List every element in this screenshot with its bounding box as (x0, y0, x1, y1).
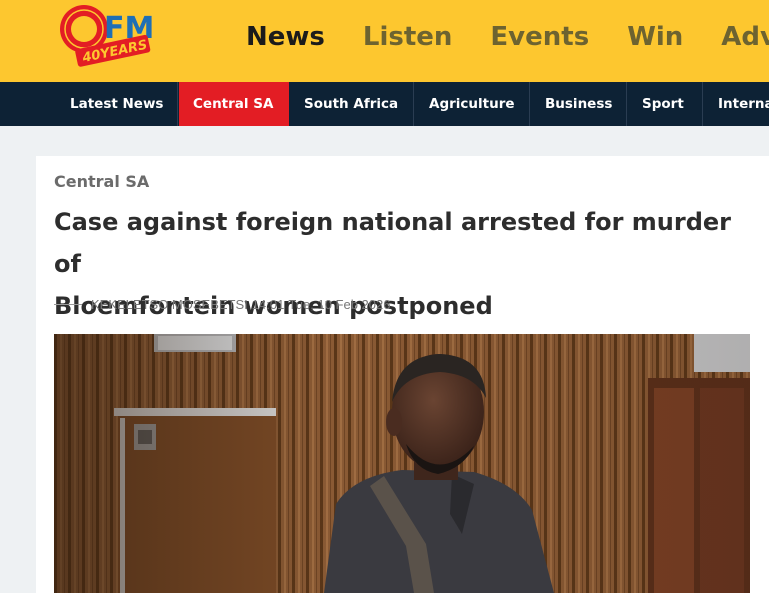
article-date: Tue, 10 Feb 2026 (288, 297, 391, 312)
ofm-logo[interactable]: FM 40YEARS (52, 0, 192, 72)
courtroom-photo-illustration (54, 334, 750, 593)
main-nav-advertise[interactable]: Adver (721, 22, 769, 52)
category-south-africa[interactable]: South Africa (290, 82, 414, 126)
category-sport[interactable]: Sport (628, 82, 703, 126)
category-agriculture[interactable]: Agriculture (415, 82, 530, 126)
main-nav-news[interactable]: News (246, 22, 325, 52)
article-photo (54, 334, 750, 593)
main-nav-events[interactable]: Events (490, 22, 589, 52)
main-nav: News Listen Events Win Adver (246, 22, 769, 52)
main-nav-win[interactable]: Win (627, 22, 683, 52)
headline-line-1: Case against foreign national arrested f… (54, 208, 732, 278)
article-section[interactable]: Central SA (54, 172, 149, 191)
article-author[interactable]: KEKELETSO MOSEBETSI (91, 297, 248, 312)
main-nav-listen[interactable]: Listen (363, 22, 453, 52)
site-header: FM 40YEARS News Listen Events Win Adver (0, 0, 769, 82)
category-central-sa[interactable]: Central SA (179, 82, 289, 126)
category-business[interactable]: Business (531, 82, 627, 126)
byline-rule (54, 304, 82, 305)
category-international[interactable]: Interna (704, 82, 769, 126)
article-byline: KEKELETSO MOSEBETSI 14:01 Tue, 10 Feb 20… (54, 297, 390, 312)
article-time: 14:01 (251, 297, 285, 312)
category-latest-news[interactable]: Latest News (56, 82, 178, 126)
category-nav: Latest News Central SA South Africa Agri… (0, 82, 769, 126)
article-card: Central SA Case against foreign national… (36, 156, 769, 593)
